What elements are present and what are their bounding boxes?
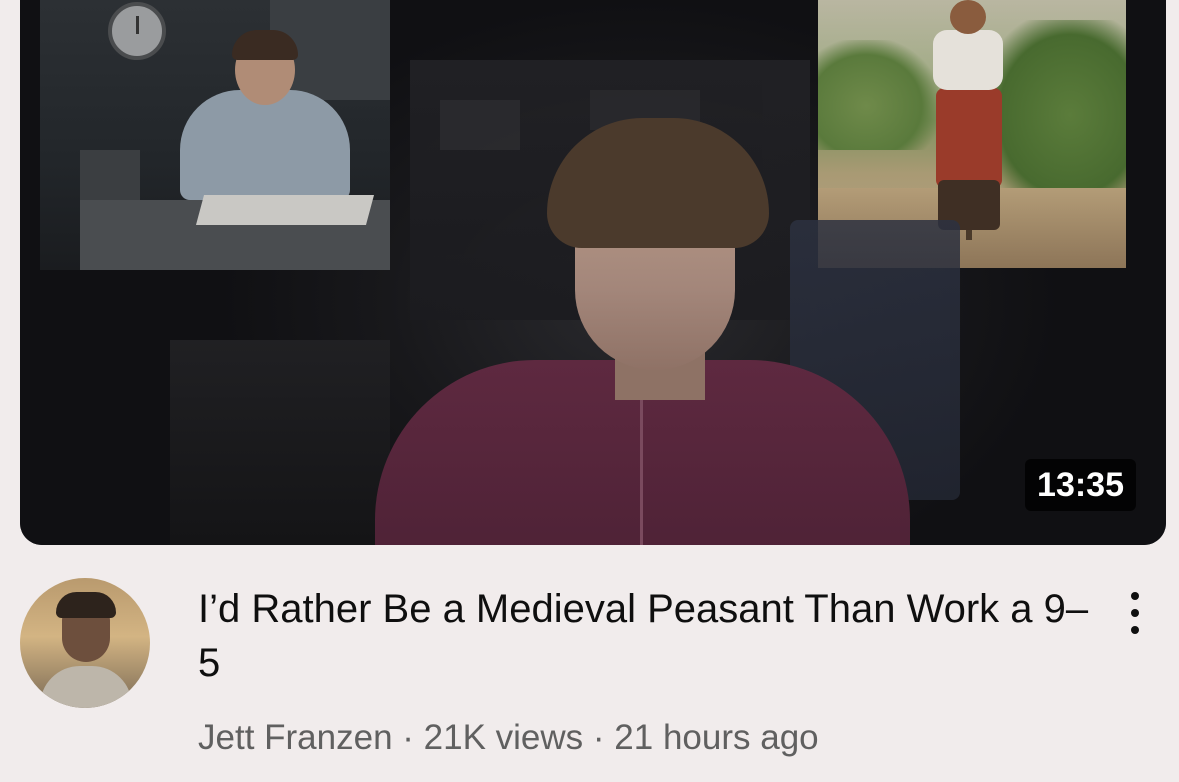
meta-separator: · [583, 718, 615, 757]
meta-separator: · [392, 718, 424, 757]
video-meta: Jett Franzen · 21K views · 21 hours ago [198, 715, 819, 761]
video-title[interactable]: I’d Rather Be a Medieval Peasant Than Wo… [198, 582, 1098, 690]
video-thumbnail[interactable]: 13:35 [20, 0, 1166, 545]
wall-clock-image [108, 2, 166, 60]
video-card: 13:35 I’d Rather Be a Medieval Peasant T… [0, 0, 1179, 782]
thumbnail-office-inset [40, 0, 390, 270]
upload-time: 21 hours ago [614, 718, 819, 757]
duration-badge: 13:35 [1025, 459, 1136, 511]
view-count: 21K views [423, 718, 584, 757]
more-vert-icon[interactable] [1118, 588, 1152, 638]
channel-name[interactable]: Jett Franzen [198, 718, 393, 757]
channel-avatar[interactable] [20, 578, 150, 708]
